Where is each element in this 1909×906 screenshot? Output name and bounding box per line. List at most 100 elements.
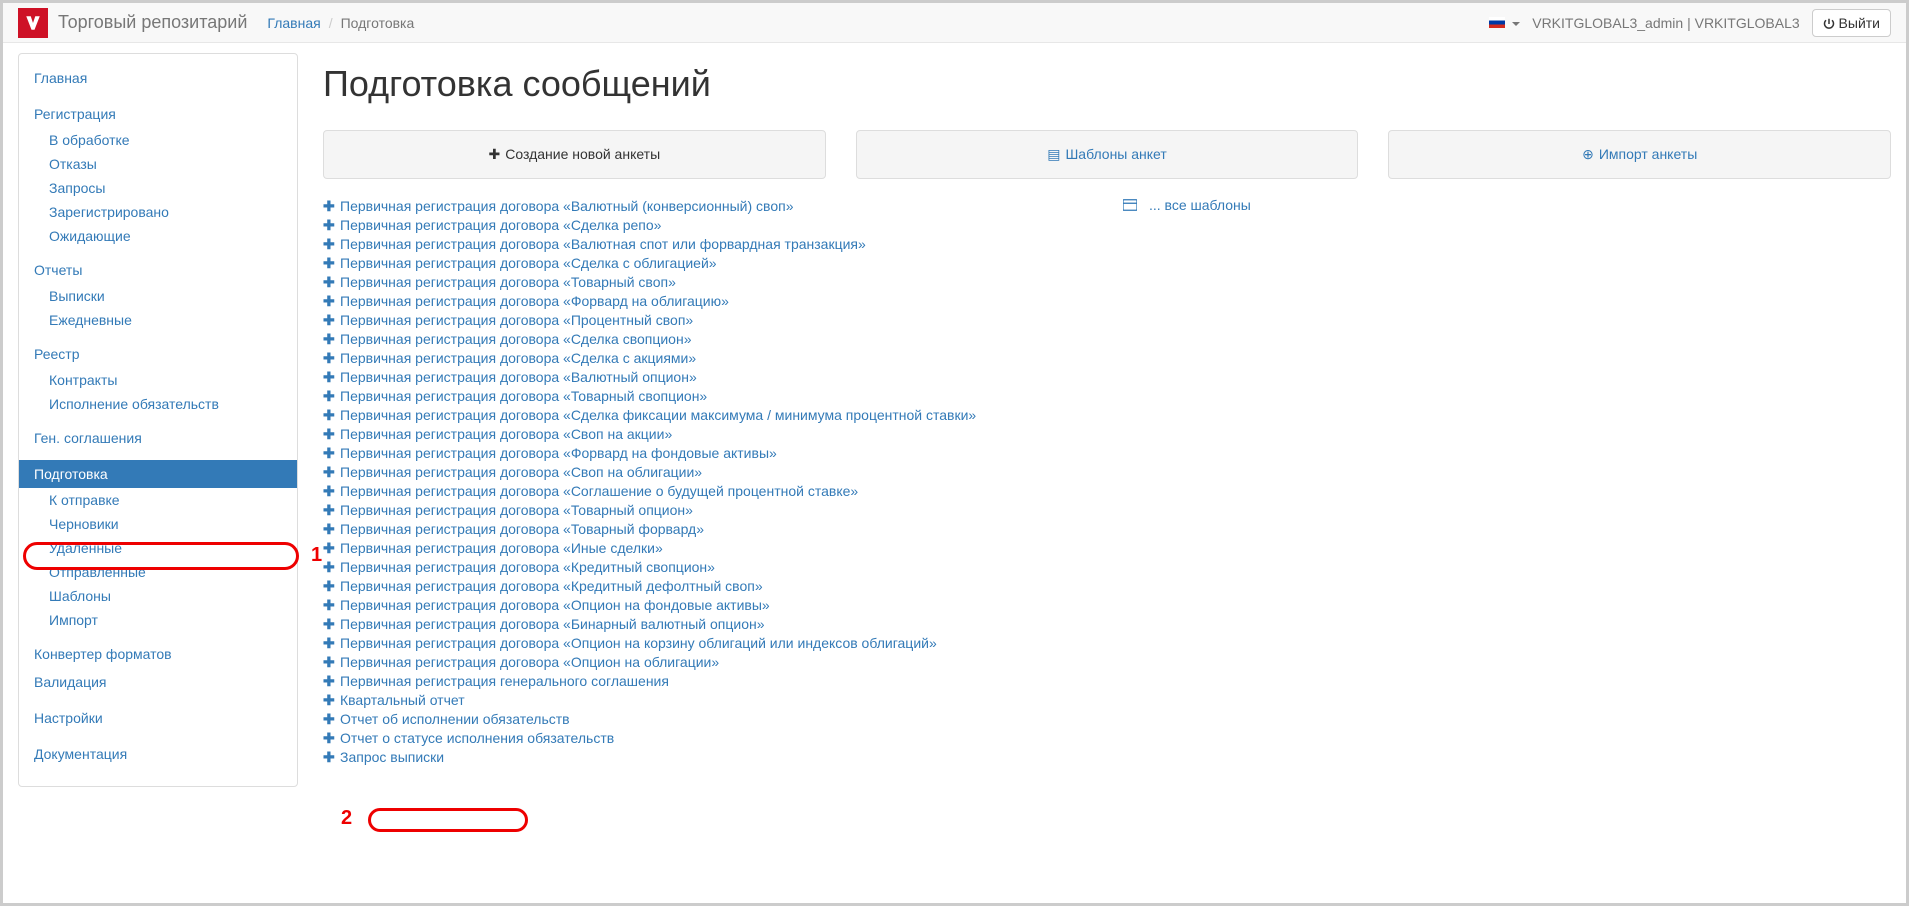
form-link[interactable]: Первичная регистрация договора «Сделка ф… <box>340 407 976 423</box>
form-link-item[interactable]: ✚Первичная регистрация договора «Сделка … <box>323 349 1093 368</box>
sidebar-registry-obligations[interactable]: Исполнение обязательств <box>19 392 297 416</box>
form-link[interactable]: Первичная регистрация генерального согла… <box>340 673 669 689</box>
sidebar-registration[interactable]: Регистрация <box>19 100 297 128</box>
all-templates-link[interactable]: ... все шаблоны <box>1123 197 1891 213</box>
form-link[interactable]: Первичная регистрация договора «Сделка с… <box>340 331 692 347</box>
form-link[interactable]: Первичная регистрация договора «Сделка р… <box>340 217 661 233</box>
form-link-item[interactable]: ✚Первичная регистрация договора «Кредитн… <box>323 577 1093 596</box>
sidebar-prep-templates[interactable]: Шаблоны <box>19 584 297 608</box>
form-link[interactable]: Первичная регистрация договора «Валютный… <box>340 198 793 214</box>
sidebar-reports-statements[interactable]: Выписки <box>19 284 297 308</box>
sidebar-prep-sent[interactable]: Отправленные <box>19 560 297 584</box>
form-link[interactable]: Первичная регистрация договора «Своп на … <box>340 464 702 480</box>
form-link-item[interactable]: ✚ Первичная регистрация договора «Форвард… <box>323 444 1093 463</box>
form-link-item[interactable]: ✚Первичная регистрация договора «Опцион … <box>323 596 1093 615</box>
panel-templates[interactable]: ▤Шаблоны анкет <box>856 130 1359 179</box>
form-link-item[interactable]: ✚Первичная регистрация договора «Валютны… <box>323 197 1093 216</box>
form-link-item[interactable]: ✚Первичная регистрация договора «Сделка … <box>323 330 1093 349</box>
sidebar-reg-rejected[interactable]: Отказы <box>19 152 297 176</box>
form-link-item[interactable]: ✚Первичная регистрация договора «Кредитн… <box>323 558 1093 577</box>
list-icon: ▤ <box>1047 146 1060 162</box>
sidebar-reg-pending[interactable]: Ожидающие <box>19 224 297 248</box>
form-link[interactable]: Первичная регистрация договора «Опцион н… <box>340 597 770 613</box>
form-link-item[interactable]: ✚Отчет об исполнении обязательств <box>323 710 1093 729</box>
sidebar-reports-daily[interactable]: Ежедневные <box>19 308 297 332</box>
form-link-item[interactable]: ✚Первичная регистрация договора «Валютна… <box>323 235 1093 254</box>
form-link[interactable]: Первичная регистрация договора «Валютная… <box>340 236 866 252</box>
form-link-item[interactable]: ✚Первичная регистрация договора «Иные сд… <box>323 539 1093 558</box>
sidebar-reg-processing[interactable]: В обработке <box>19 128 297 152</box>
plus-icon: ✚ <box>323 312 335 329</box>
form-link[interactable]: Отчет о статусе исполнения обязательств <box>340 730 614 746</box>
form-link[interactable]: Первичная регистрация договора «Кредитны… <box>340 578 763 594</box>
form-link-item[interactable]: ✚Первичная регистрация договора «Своп на… <box>323 425 1093 444</box>
logout-button[interactable]: Выйти <box>1812 9 1891 37</box>
sidebar-prep-deleted[interactable]: Удаленные <box>19 536 297 560</box>
lang-switch[interactable] <box>1489 15 1520 31</box>
form-link[interactable]: Первичная регистрация договора «Кредитны… <box>340 559 715 575</box>
breadcrumb-home[interactable]: Главная <box>267 15 320 31</box>
sidebar-docs[interactable]: Документация <box>19 740 297 768</box>
form-link-item[interactable]: ✚Первичная регистрация договора «Опцион … <box>323 653 1093 672</box>
form-link[interactable]: Первичная регистрация договора «Форвард … <box>340 445 777 461</box>
form-link-item[interactable]: ✚Первичная регистрация договора «Товарны… <box>323 387 1093 406</box>
sidebar-registry-contracts[interactable]: Контракты <box>19 368 297 392</box>
sidebar-prep-import[interactable]: Импорт <box>19 608 297 632</box>
form-link[interactable]: Первичная регистрация договора «Бинарный… <box>340 616 765 632</box>
form-link[interactable]: Первичная регистрация договора «Валютный… <box>340 369 697 385</box>
power-icon <box>1823 18 1835 30</box>
form-link[interactable]: Первичная регистрация договора «Товарный… <box>340 388 707 404</box>
form-link-item[interactable]: ✚Квартальный отчет <box>323 691 1093 710</box>
sidebar-gen-agreements[interactable]: Ген. соглашения <box>19 424 297 452</box>
form-link-item[interactable]: ✚ Первичная регистрация договора «Процент… <box>323 311 1093 330</box>
sidebar-reg-requests[interactable]: Запросы <box>19 176 297 200</box>
sidebar-validation[interactable]: Валидация <box>19 668 297 696</box>
form-link[interactable]: Первичная регистрация договора «Своп на … <box>340 426 672 442</box>
sidebar-prep-drafts[interactable]: Черновики <box>19 512 297 536</box>
form-link-item[interactable]: ✚Первичная регистрация договора «Бинарны… <box>323 615 1093 634</box>
form-link-item[interactable]: ✚Первичная регистрация договора «Сделка … <box>323 254 1093 273</box>
plus-icon: ✚ <box>323 445 335 462</box>
user-info: VRKITGLOBAL3_admin | VRKITGLOBAL3 <box>1532 15 1799 31</box>
form-link[interactable]: Первичная регистрация договора «Товарный… <box>340 502 693 518</box>
form-link[interactable]: Первичная регистрация договора «Процентн… <box>340 312 693 328</box>
form-link[interactable]: Первичная регистрация договора «Опцион н… <box>340 654 719 670</box>
form-link[interactable]: Квартальный отчет <box>340 692 465 708</box>
sidebar-registry[interactable]: Реестр <box>19 340 297 368</box>
form-link-item[interactable]: ✚Первичная регистрация генерального согл… <box>323 672 1093 691</box>
sidebar-reports[interactable]: Отчеты <box>19 256 297 284</box>
form-link-item[interactable]: ✚Первичная регистрация договора «Валютны… <box>323 368 1093 387</box>
sidebar-settings[interactable]: Настройки <box>19 704 297 732</box>
panel-create-form[interactable]: ✚Создание новой анкеты <box>323 130 826 179</box>
sidebar-preparation[interactable]: Подготовка <box>19 460 297 488</box>
chevron-down-icon <box>1512 22 1520 26</box>
form-link-item[interactable]: ✚Отчет о статусе исполнения обязательств <box>323 729 1093 748</box>
form-link[interactable]: Первичная регистрация договора «Иные сде… <box>340 540 663 556</box>
form-link-item[interactable]: ✚Первичная регистрация договора «Своп на… <box>323 463 1093 482</box>
sidebar-prep-outbox[interactable]: К отправке <box>19 488 297 512</box>
form-link[interactable]: Первичная регистрация договора «Сделка с… <box>340 350 696 366</box>
sidebar-converter[interactable]: Конвертер форматов <box>19 640 297 668</box>
form-link-item[interactable]: ✚Первичная регистрация договора «Соглаше… <box>323 482 1093 501</box>
form-link[interactable]: Первичная регистрация договора «Форвард … <box>340 293 729 309</box>
form-link[interactable]: Первичная регистрация договора «Опцион н… <box>340 635 937 651</box>
panel-import[interactable]: ⊕Импорт анкеты <box>1388 130 1891 179</box>
form-link-item[interactable]: ✚Первичная регистрация договора «Опцион … <box>323 634 1093 653</box>
form-link-item[interactable]: ✚Первичная регистрация договора «Товарны… <box>323 520 1093 539</box>
form-link[interactable]: Первичная регистрация договора «Товарный… <box>340 521 704 537</box>
annotation-circle-2 <box>368 808 528 832</box>
form-link-item[interactable]: ✚Первичная регистрация договора «Сделка … <box>323 216 1093 235</box>
plus-icon: ✚ <box>323 502 335 519</box>
form-link[interactable]: Первичная регистрация договора «Сделка с… <box>340 255 717 271</box>
form-link[interactable]: Отчет об исполнении обязательств <box>340 711 570 727</box>
form-link-item[interactable]: ✚Первичная регистрация договора «Товарны… <box>323 273 1093 292</box>
form-link[interactable]: Первичная регистрация договора «Товарный… <box>340 274 676 290</box>
form-link-item[interactable]: ✚Запрос выписки <box>323 748 1093 767</box>
sidebar-reg-registered[interactable]: Зарегистрировано <box>19 200 297 224</box>
sidebar-home[interactable]: Главная <box>19 64 297 92</box>
form-link-item[interactable]: ✚Первичная регистрация договора «Форвард… <box>323 292 1093 311</box>
form-link[interactable]: Запрос выписки <box>340 749 444 765</box>
form-link-item[interactable]: ✚Первичная регистрация договора «Сделка … <box>323 406 1093 425</box>
form-link[interactable]: Первичная регистрация договора «Соглашен… <box>340 483 858 499</box>
form-link-item[interactable]: ✚ Первичная регистрация договора «Товарны… <box>323 501 1093 520</box>
